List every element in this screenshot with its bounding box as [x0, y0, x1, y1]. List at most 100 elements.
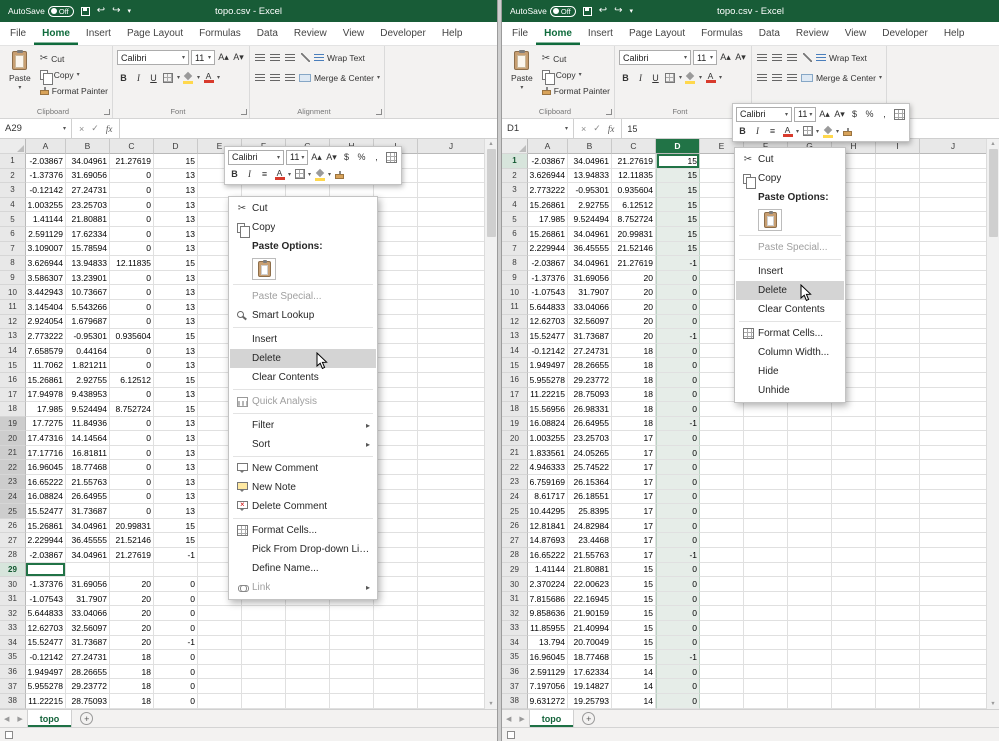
row-header-33[interactable]: 33 — [502, 621, 528, 636]
cell-E35[interactable] — [198, 650, 242, 665]
cell-A1[interactable]: -2.03867 — [528, 154, 568, 169]
cell-C18[interactable]: 18 — [612, 402, 656, 417]
cell-D16[interactable]: 0 — [656, 373, 700, 388]
cell-J5[interactable] — [920, 212, 986, 227]
cell-J34[interactable] — [920, 636, 986, 651]
cell-D31[interactable]: 0 — [154, 592, 198, 607]
cell-D1[interactable]: 15 — [656, 154, 700, 169]
cell-D20[interactable]: 0 — [656, 431, 700, 446]
cell-F18[interactable] — [744, 402, 788, 417]
format-painter-button[interactable]: Format Painter — [542, 83, 610, 98]
mini-percent-button[interactable]: % — [863, 107, 876, 122]
cell-D22[interactable]: 13 — [154, 460, 198, 475]
cell-F30[interactable] — [744, 577, 788, 592]
cell-A5[interactable]: 1.41144 — [26, 212, 66, 227]
cell-D28[interactable]: -1 — [154, 548, 198, 563]
cell-F32[interactable] — [242, 606, 286, 621]
align-middle-button[interactable] — [771, 50, 784, 65]
cell-I9[interactable] — [374, 271, 418, 286]
cell-I24[interactable] — [876, 490, 920, 505]
cell-B15[interactable]: 28.26655 — [568, 358, 612, 373]
cell-C1[interactable]: 21.27619 — [612, 154, 656, 169]
mini-fill-color-button[interactable] — [313, 167, 326, 182]
cell-B1[interactable]: 34.04961 — [568, 154, 612, 169]
font-size-select[interactable]: 11▾ — [191, 50, 215, 65]
cell-D13[interactable]: 15 — [154, 329, 198, 344]
mini-font-name-select[interactable]: Calibri▾ — [228, 150, 284, 165]
cell-D23[interactable]: 13 — [154, 475, 198, 490]
cell-D36[interactable]: 0 — [656, 665, 700, 680]
cell-A2[interactable]: 3.626944 — [528, 169, 568, 184]
row-header-28[interactable]: 28 — [502, 548, 528, 563]
cell-H23[interactable] — [832, 475, 876, 490]
cell-F29[interactable] — [744, 563, 788, 578]
row-header-23[interactable]: 23 — [0, 475, 26, 490]
cell-B6[interactable]: 17.62334 — [66, 227, 110, 242]
cell-F37[interactable] — [744, 679, 788, 694]
cell-D25[interactable]: 13 — [154, 504, 198, 519]
cell-H38[interactable] — [832, 694, 876, 709]
cell-G36[interactable] — [286, 665, 330, 680]
row-header-37[interactable]: 37 — [0, 679, 26, 694]
row-header-26[interactable]: 26 — [502, 519, 528, 534]
cell-B28[interactable]: 21.55763 — [568, 548, 612, 563]
cell-J21[interactable] — [920, 446, 986, 461]
cell-C5[interactable]: 8.752724 — [612, 212, 656, 227]
cell-A28[interactable]: 16.65222 — [528, 548, 568, 563]
cell-A33[interactable]: 12.62703 — [26, 621, 66, 636]
row-header-20[interactable]: 20 — [0, 431, 26, 446]
cell-C22[interactable]: 17 — [612, 460, 656, 475]
row-header-3[interactable]: 3 — [502, 183, 528, 198]
cell-A24[interactable]: 8.61717 — [528, 490, 568, 505]
cell-B3[interactable]: 27.24731 — [66, 183, 110, 198]
row-header-33[interactable]: 33 — [0, 621, 26, 636]
cell-I10[interactable] — [876, 285, 920, 300]
row-header-30[interactable]: 30 — [502, 577, 528, 592]
cell-B34[interactable]: 31.73687 — [66, 636, 110, 651]
cell-I34[interactable] — [876, 636, 920, 651]
cell-E33[interactable] — [198, 621, 242, 636]
ribbon-tab-home[interactable]: Home — [34, 22, 78, 45]
cell-G37[interactable] — [286, 679, 330, 694]
cell-J20[interactable] — [920, 431, 986, 446]
insert-function-icon[interactable]: fx — [106, 124, 113, 134]
cell-C4[interactable]: 6.12512 — [612, 198, 656, 213]
wrap-text-button[interactable]: Wrap Text — [314, 50, 365, 65]
cell-A4[interactable]: 1.003255 — [26, 198, 66, 213]
cell-B6[interactable]: 34.04961 — [568, 227, 612, 242]
cell-B13[interactable]: 31.73687 — [568, 329, 612, 344]
ribbon-tab-help[interactable]: Help — [936, 22, 973, 45]
cell-J9[interactable] — [418, 271, 484, 286]
cell-I36[interactable] — [374, 665, 418, 680]
cell-A29[interactable]: 1.41144 — [528, 563, 568, 578]
vertical-scrollbar[interactable]: ▲ ▼ — [484, 139, 497, 709]
cell-A23[interactable]: 6.759169 — [528, 475, 568, 490]
cell-D6[interactable]: 15 — [656, 227, 700, 242]
cell-B8[interactable]: 34.04961 — [568, 256, 612, 271]
cell-J16[interactable] — [920, 373, 986, 388]
cell-B10[interactable]: 10.73667 — [66, 285, 110, 300]
cell-A20[interactable]: 1.003255 — [528, 431, 568, 446]
cell-I33[interactable] — [374, 621, 418, 636]
cell-B12[interactable]: 1.679687 — [66, 315, 110, 330]
mini-comma-button[interactable]: , — [370, 150, 383, 165]
grow-font-button[interactable]: A▴ — [719, 50, 732, 65]
cell-I3[interactable] — [876, 183, 920, 198]
cell-E25[interactable] — [700, 504, 744, 519]
cell-J25[interactable] — [920, 504, 986, 519]
new-sheet-button[interactable]: + — [80, 712, 93, 725]
row-header-13[interactable]: 13 — [502, 329, 528, 344]
cell-J21[interactable] — [418, 446, 484, 461]
cell-H34[interactable] — [832, 636, 876, 651]
cell-C31[interactable]: 20 — [110, 592, 154, 607]
cell-I4[interactable] — [876, 198, 920, 213]
cell-J14[interactable] — [920, 344, 986, 359]
cell-B1[interactable]: 34.04961 — [66, 154, 110, 169]
merge-center-button[interactable]: Merge & Center▾ — [299, 70, 380, 85]
font-name-select[interactable]: Calibri▾ — [117, 50, 189, 65]
insert-function-icon[interactable]: fx — [608, 124, 615, 134]
cell-J18[interactable] — [920, 402, 986, 417]
cell-E36[interactable] — [198, 665, 242, 680]
ribbon-tab-review[interactable]: Review — [788, 22, 837, 45]
cell-F36[interactable] — [744, 665, 788, 680]
